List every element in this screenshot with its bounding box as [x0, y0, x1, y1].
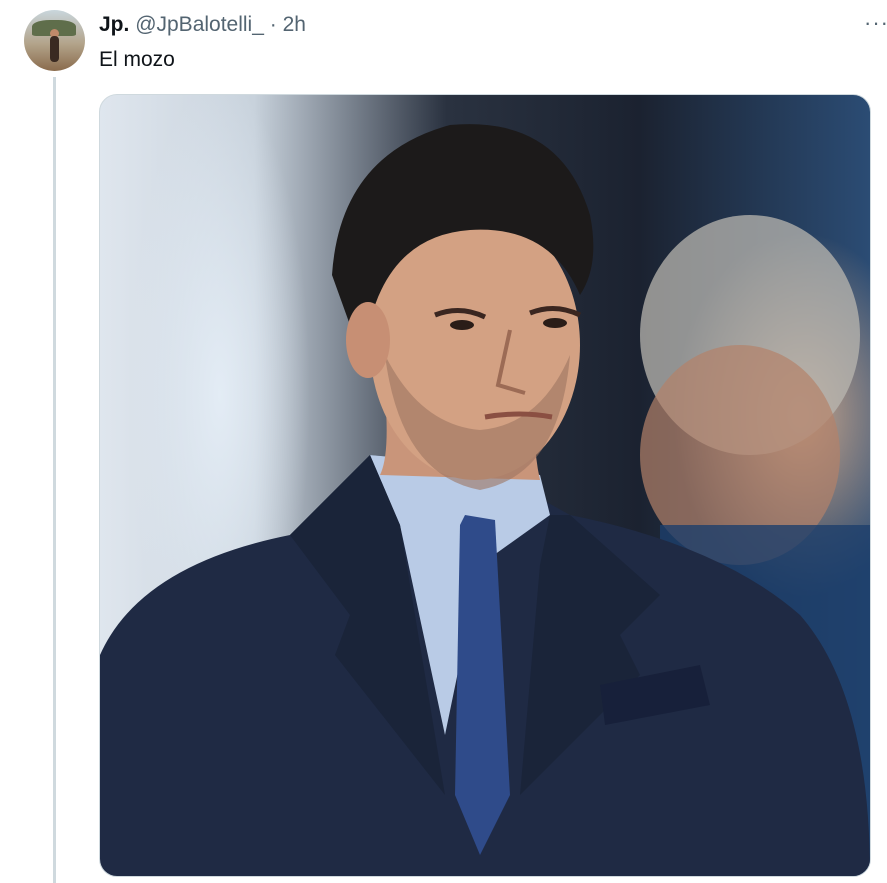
tweet-text: El mozo [99, 48, 175, 71]
thread-line [53, 77, 56, 883]
tweet-image[interactable] [99, 94, 871, 877]
display-name[interactable]: Jp. [99, 13, 129, 36]
tweet-header: Jp. @JpBalotelli_ · 2h [99, 12, 306, 38]
user-handle[interactable]: @JpBalotelli_ [135, 13, 264, 36]
photo-illustration [100, 124, 870, 876]
avatar[interactable] [24, 10, 85, 71]
more-options-icon[interactable]: ··· [864, 10, 887, 36]
separator-dot: · [269, 13, 277, 36]
avatar-figure [50, 36, 59, 62]
timestamp[interactable]: 2h [283, 13, 306, 36]
